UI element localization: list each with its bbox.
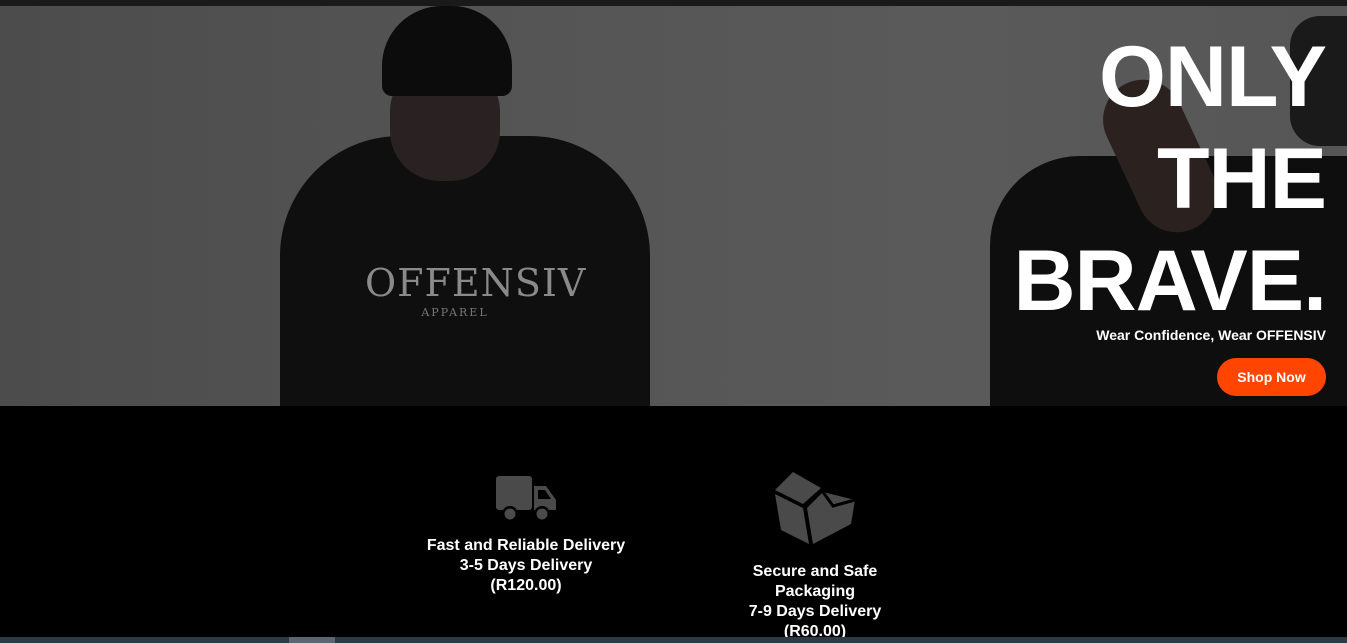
package-box-icon [775,472,856,544]
feature-packaging-line-2: Packaging [774,583,856,600]
feature-delivery-line-1: Fast and Reliable Delivery [426,537,626,554]
hero-banner: OFFENSIV APPAREL ONLY THE BRAVE. Wear Co… [0,6,1347,406]
hero-title-line-1: ONLY [1099,29,1327,125]
hero-title-line-3: BRAVE. [1013,233,1327,329]
horizontal-scrollbar[interactable] [0,637,1347,643]
hero-model-left-image: OFFENSIV APPAREL [280,6,650,406]
hero-heading: ONLY THE BRAVE. [1013,26,1327,332]
hero-subtitle: Wear Confidence, Wear OFFENSIV [1096,327,1326,343]
hoodie-print-sub: APPAREL [421,306,489,319]
feature-delivery-line-3: (R120.00) [490,577,562,594]
hero-title-line-2: THE [1157,131,1327,227]
hoodie-print: OFFENSIV [365,261,587,305]
feature-delivery-line-2: 3-5 Days Delivery [459,557,593,574]
feature-packaging: Secure and Safe Packaging 7-9 Days Deliv… [720,468,910,642]
feature-packaging-line-1: Secure and Safe [752,563,878,580]
delivery-truck-icon [496,476,556,522]
shop-now-button[interactable]: Shop Now [1217,358,1326,396]
feature-delivery: Fast and Reliable Delivery 3-5 Days Deli… [416,472,636,596]
features-section: Fast and Reliable Delivery 3-5 Days Deli… [0,406,1347,640]
feature-packaging-line-3: 7-9 Days Delivery [748,603,882,620]
scrollbar-thumb[interactable] [289,637,335,643]
